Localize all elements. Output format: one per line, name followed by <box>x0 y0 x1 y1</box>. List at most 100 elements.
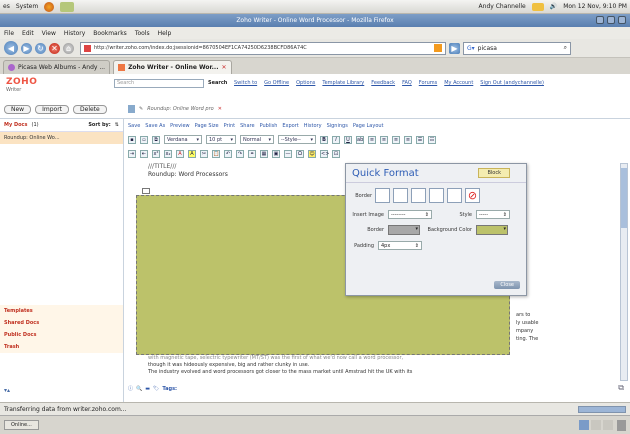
link-my-account[interactable]: My Account <box>444 80 473 86</box>
doc-search-input[interactable]: Search <box>114 79 204 88</box>
bullets-icon[interactable]: ☰ <box>416 135 424 144</box>
trash-icon[interactable] <box>617 419 626 431</box>
search-magnifier-icon[interactable]: ⌕ <box>564 44 567 52</box>
doc-path-text[interactable]: Roundup: Online Word pro <box>147 106 214 112</box>
border-all-icon[interactable] <box>375 188 390 203</box>
resize-icon[interactable]: ⧉ <box>618 383 624 393</box>
close-doc-icon[interactable]: ✕ <box>218 106 222 112</box>
copy-icon[interactable]: ⧉ <box>152 135 160 144</box>
qf-padding-select[interactable]: 4px ⇕ <box>378 241 422 250</box>
link-faq[interactable]: FAQ <box>402 80 412 86</box>
source-icon[interactable]: <> <box>320 149 329 158</box>
reload-icon[interactable]: ↻ <box>35 42 46 54</box>
tb-save[interactable]: Save <box>128 123 140 129</box>
menu-file[interactable]: File <box>4 30 14 37</box>
save-icon[interactable]: ▪ <box>128 135 136 144</box>
block-handle[interactable] <box>142 188 150 194</box>
apps-menu[interactable]: es <box>3 3 10 10</box>
firefox-icon[interactable] <box>44 1 55 12</box>
align-center-icon[interactable]: ≡ <box>380 135 388 144</box>
tb-print[interactable]: Print <box>224 123 236 129</box>
size-select[interactable]: 10 pt ▾ <box>206 135 236 144</box>
tb-page-layout[interactable]: Page Layout <box>353 123 384 129</box>
link-switch-to[interactable]: Switch to <box>234 80 257 86</box>
superscript-icon[interactable]: x² <box>152 149 160 158</box>
minimize-button[interactable] <box>596 16 604 24</box>
paste-icon[interactable]: 📋 <box>212 149 220 158</box>
section-shared-docs[interactable]: Shared Docs <box>0 317 123 329</box>
clock[interactable]: Mon 12 Nov, 9:10 PM <box>563 3 627 10</box>
section-templates[interactable]: Templates <box>0 305 123 317</box>
close-window-button[interactable] <box>618 16 626 24</box>
tb-share[interactable]: Share <box>240 123 254 129</box>
edit-icon[interactable]: ✎ <box>139 106 143 112</box>
search-input[interactable]: picasa <box>478 45 497 52</box>
network-icon[interactable] <box>531 2 544 11</box>
tb-signings[interactable]: Signings <box>327 123 348 129</box>
magnify-icon[interactable]: 🔍 <box>136 386 142 392</box>
import-button[interactable]: Import <box>35 105 70 114</box>
system-menu[interactable]: System <box>16 3 38 10</box>
align-left-icon[interactable]: ≡ <box>368 135 376 144</box>
doc-list-item[interactable]: Roundup: Online Wo... <box>0 132 123 144</box>
indent-icon[interactable]: ⇥ <box>128 149 136 158</box>
align-right-icon[interactable]: ≡ <box>392 135 400 144</box>
tb-publish[interactable]: Publish <box>260 123 278 129</box>
section-trash[interactable]: Trash <box>0 341 123 353</box>
table-icon[interactable]: ▦ <box>260 149 268 158</box>
tags-label[interactable]: Tags: <box>162 386 177 392</box>
border-left-icon[interactable] <box>429 188 444 203</box>
tb-history[interactable]: History <box>304 123 322 129</box>
qf-style-select[interactable]: ----- ⇕ <box>476 210 510 219</box>
qf-insert-image-select[interactable]: -------- ⇕ <box>388 210 432 219</box>
link-sign-out[interactable]: Sign Out (andychannelle) <box>480 80 544 86</box>
menu-view[interactable]: View <box>42 30 56 37</box>
strike-icon[interactable]: ab <box>356 135 364 144</box>
outdent-icon[interactable]: ⇤ <box>140 149 148 158</box>
zoho-logo[interactable]: ZOHO Writer <box>6 77 40 93</box>
menu-history[interactable]: History <box>64 30 85 37</box>
italic-icon[interactable]: I <box>332 135 340 144</box>
redo-icon[interactable]: ↷ <box>236 149 244 158</box>
rss-icon[interactable] <box>434 44 442 52</box>
menu-tools[interactable]: Tools <box>135 30 150 37</box>
undo-icon[interactable]: ↶ <box>224 149 232 158</box>
maximize-button[interactable] <box>607 16 615 24</box>
doc-search-button[interactable]: Search <box>208 80 227 86</box>
bold-icon[interactable]: B <box>320 135 328 144</box>
go-icon[interactable]: ▶ <box>449 42 460 54</box>
volume-icon[interactable]: 🔊 <box>550 3 557 10</box>
qf-bg-color-picker[interactable]: ▾ <box>476 225 508 235</box>
link-template-library[interactable]: Template Library <box>322 80 364 86</box>
forward-icon[interactable]: ▶ <box>21 42 32 54</box>
fullscreen-icon[interactable]: ⊡ <box>332 149 340 158</box>
link-icon[interactable]: ⚭ <box>248 149 256 158</box>
url-text[interactable]: http://writer.zoho.com/index.do;jsession… <box>94 45 307 51</box>
border-none-icon[interactable]: ⊘ <box>465 188 480 203</box>
link-feedback[interactable]: Feedback <box>371 80 395 86</box>
link-go-offline[interactable]: Go Offline <box>264 80 289 86</box>
tags-icon[interactable]: 🏷 <box>153 386 159 392</box>
scroll-thumb[interactable] <box>621 168 627 228</box>
underline-icon[interactable]: U <box>344 135 352 144</box>
qf-border-color-picker[interactable]: ▾ <box>388 225 420 235</box>
tb-page-size[interactable]: Page Size <box>195 123 219 129</box>
hr-icon[interactable]: — <box>284 149 292 158</box>
highlight-icon[interactable]: A <box>188 149 196 158</box>
special-char-icon[interactable]: Ω <box>296 149 304 158</box>
section-public-docs[interactable]: Public Docs <box>0 329 123 341</box>
cut-icon[interactable]: ✂ <box>200 149 208 158</box>
user-name[interactable]: Andy Channelle <box>479 3 526 10</box>
back-icon[interactable]: ◀ <box>4 41 18 55</box>
sort-icon[interactable]: ⇅ <box>115 122 119 128</box>
font-select[interactable]: Verdana ▾ <box>164 135 202 144</box>
tab-zoho[interactable]: Zoho Writer - Online Wor... ✕ <box>113 60 232 74</box>
menu-bookmarks[interactable]: Bookmarks <box>93 30 127 37</box>
menu-edit[interactable]: Edit <box>22 30 34 37</box>
home-icon[interactable]: ⌂ <box>63 42 74 54</box>
style-select[interactable]: --Style-- ▾ <box>278 135 316 144</box>
print-icon[interactable]: ▫ <box>140 135 148 144</box>
subscript-icon[interactable]: x₂ <box>164 149 172 158</box>
qf-block-button[interactable]: Block <box>478 168 510 178</box>
tb-export[interactable]: Export <box>282 123 298 129</box>
